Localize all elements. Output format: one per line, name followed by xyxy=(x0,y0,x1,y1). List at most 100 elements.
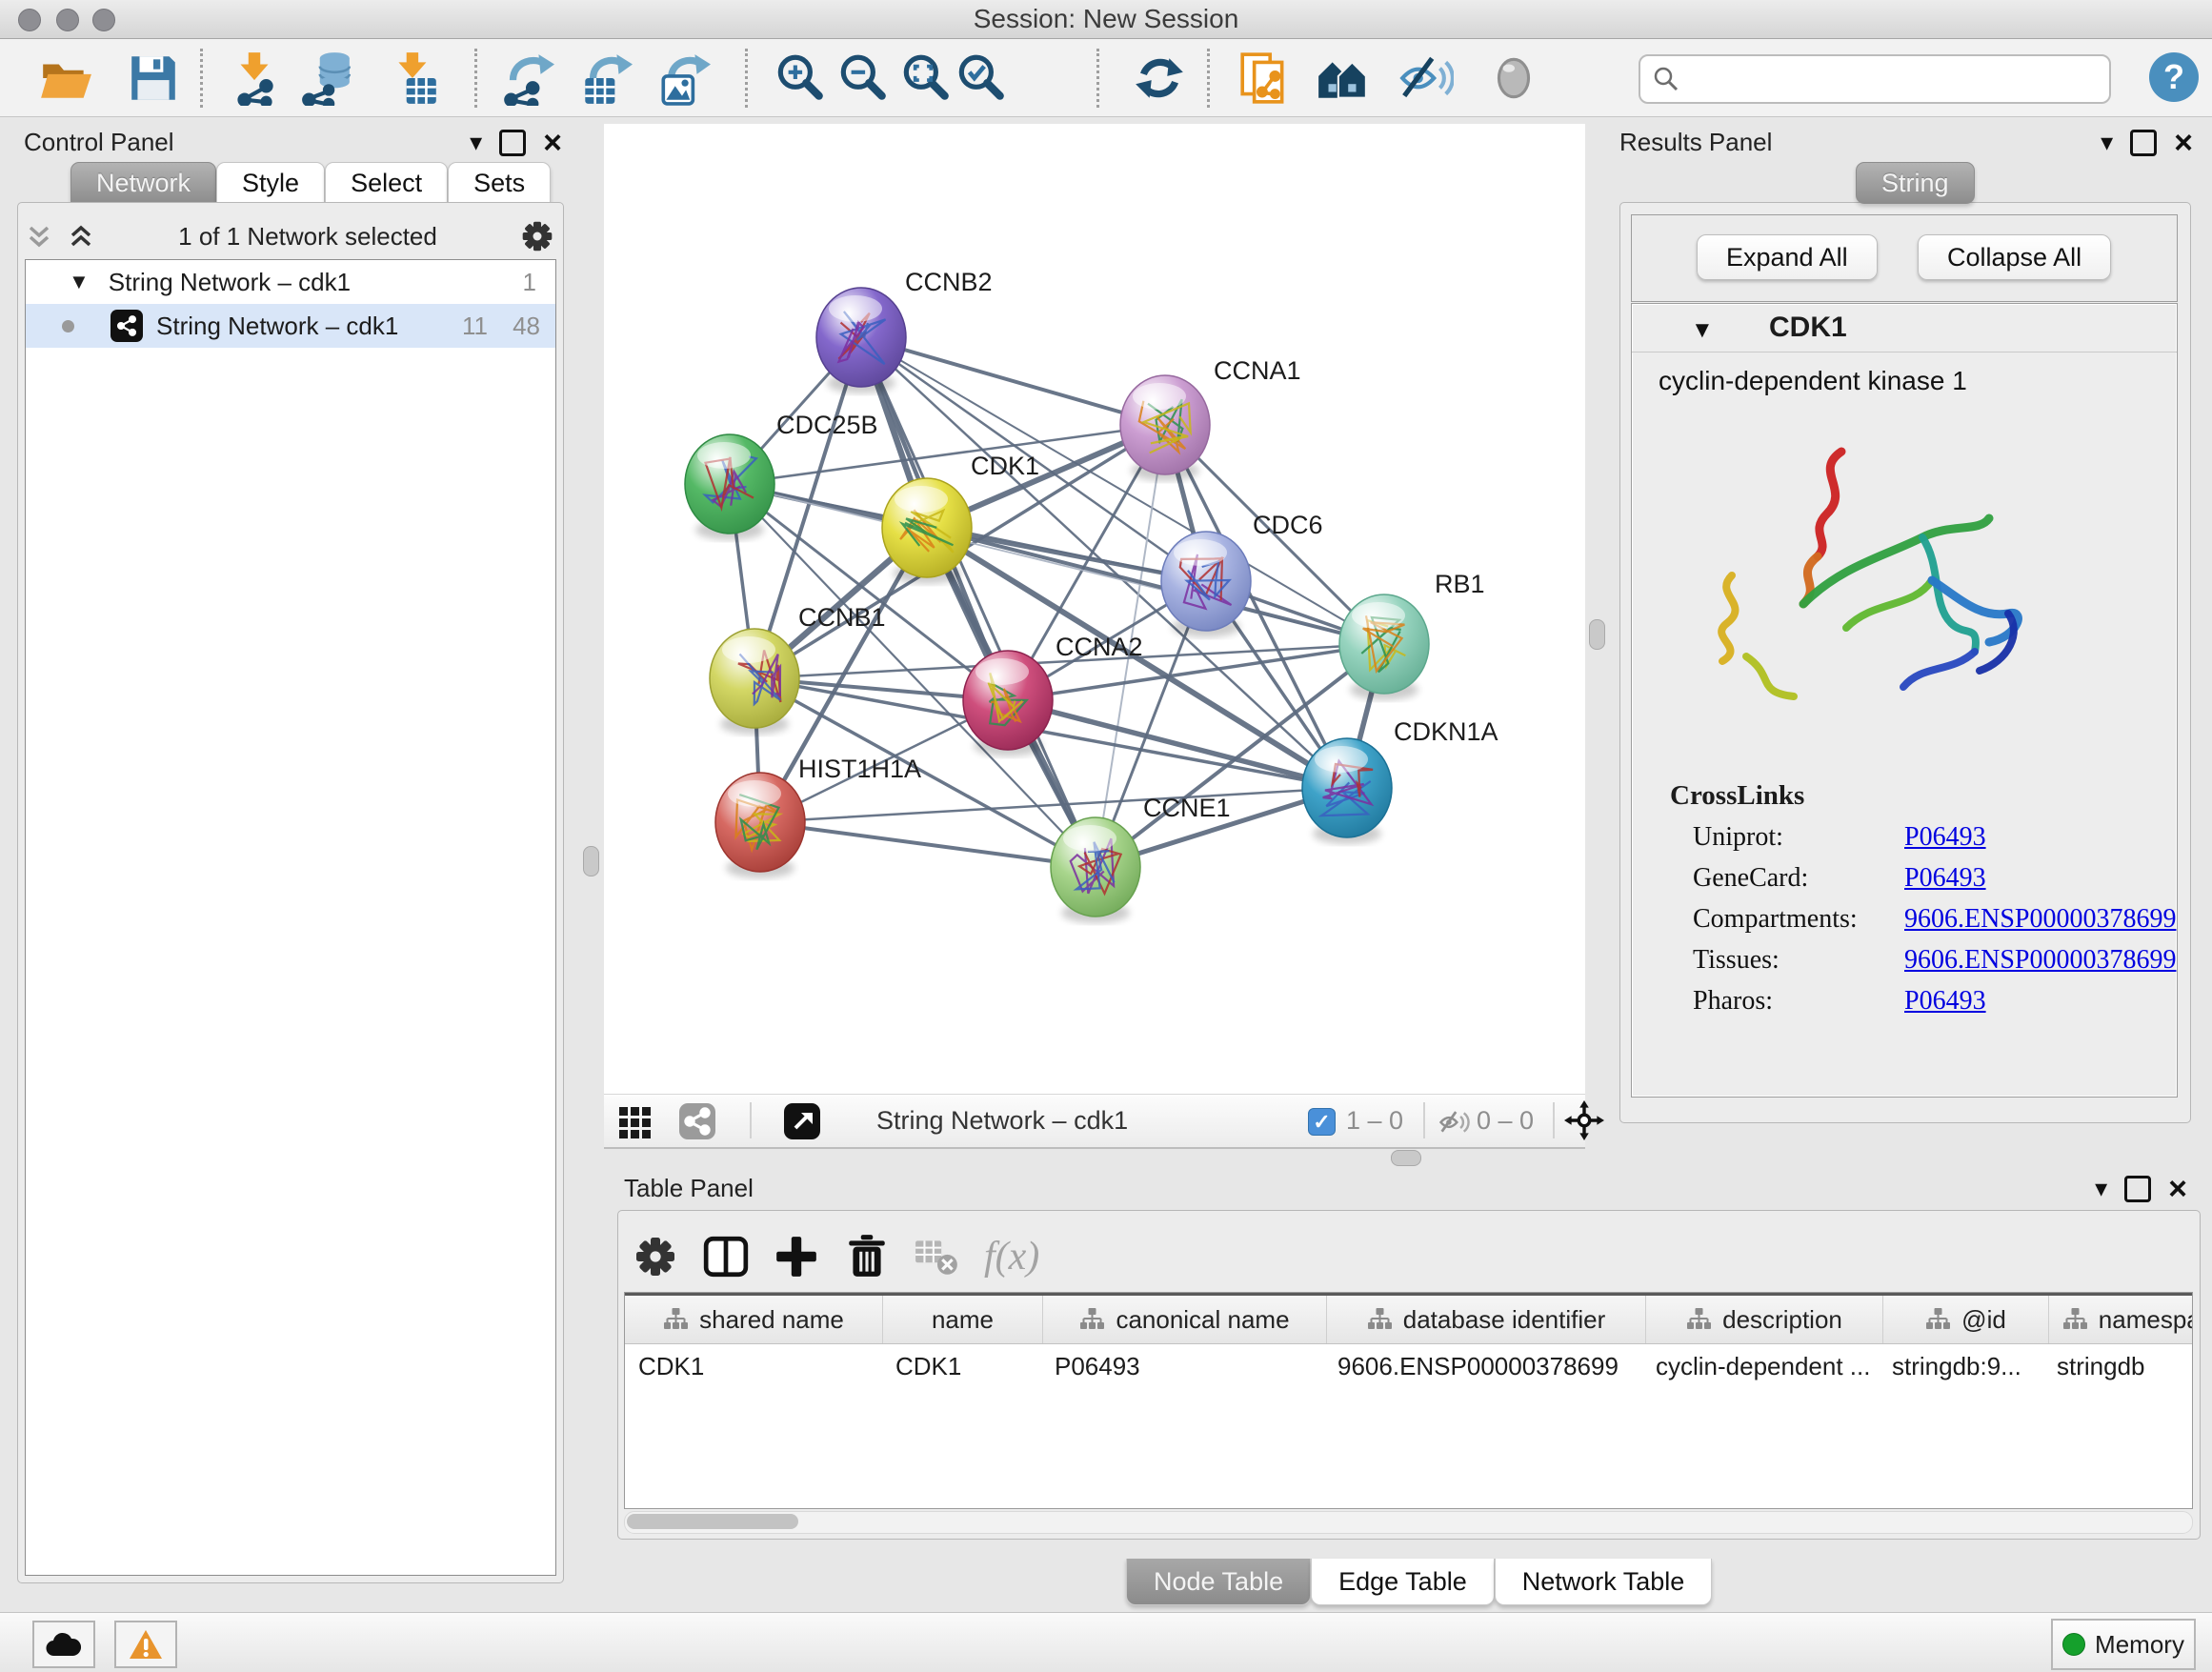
zoom-fit-button[interactable] xyxy=(897,50,953,106)
hidden-elements-icon[interactable] xyxy=(1438,1106,1471,1143)
collapse-all-icon[interactable] xyxy=(25,222,53,251)
crosslink-link[interactable]: P06493 xyxy=(1904,986,1986,1017)
warnings-button[interactable] xyxy=(114,1621,177,1668)
node-CCNE1[interactable]: CCNE1 xyxy=(1051,794,1231,923)
node-CCNB1[interactable]: CCNB1 xyxy=(710,603,886,735)
tab-node-table[interactable]: Node Table xyxy=(1126,1559,1311,1605)
expand-all-icon[interactable] xyxy=(67,222,95,251)
edge-CCNB2-CCNE1[interactable] xyxy=(861,337,1096,867)
network-collection-row[interactable]: ▼ String Network – cdk1 1 xyxy=(26,260,555,304)
cell-canonical-name[interactable]: P06493 xyxy=(1041,1352,1324,1381)
cell-namespace[interactable]: stringdb xyxy=(2043,1352,2193,1381)
save-session-button[interactable] xyxy=(126,50,181,106)
gear-icon[interactable] xyxy=(520,219,554,253)
float-panel-button[interactable] xyxy=(499,130,526,156)
edge-HIST1H1A-CCNE1[interactable] xyxy=(760,822,1096,867)
left-splitter-handle[interactable] xyxy=(583,846,599,876)
cloud-status-button[interactable] xyxy=(32,1621,95,1668)
network-graph[interactable]: CCNB2CCNA1CDC25BCDK1CDC6RB1CCNB1CCNA2CDK… xyxy=(604,124,1585,1094)
node-CCNA1[interactable]: CCNA1 xyxy=(1120,356,1301,481)
crosslink-link[interactable]: 9606.ENSP00000378699 xyxy=(1904,945,2176,976)
bottom-splitter-handle[interactable] xyxy=(1391,1150,1421,1166)
close-panel-button[interactable]: × xyxy=(543,132,562,153)
tab-sets[interactable]: Sets xyxy=(448,162,551,204)
float-panel-button[interactable] xyxy=(2130,130,2157,156)
node-HIST1H1A[interactable]: HIST1H1A xyxy=(715,755,921,878)
fit-content-button[interactable] xyxy=(1564,1100,1604,1145)
tab-network-table[interactable]: Network Table xyxy=(1495,1559,1713,1605)
create-column-icon[interactable] xyxy=(773,1233,820,1280)
collapse-all-button[interactable]: Collapse All xyxy=(1918,234,2111,280)
crosslink-link[interactable]: P06493 xyxy=(1904,863,1986,894)
crosslink-link[interactable]: 9606.ENSP00000378699 xyxy=(1904,904,2176,935)
node-CDC6[interactable]: CDC6 xyxy=(1161,511,1323,637)
table-settings-gear-icon[interactable] xyxy=(632,1233,679,1280)
close-panel-button[interactable]: × xyxy=(2168,1178,2187,1199)
collection-expand-caret[interactable]: ▼ xyxy=(69,270,90,294)
import-database-button[interactable] xyxy=(299,50,354,106)
network-share-badge[interactable] xyxy=(679,1103,715,1144)
home-neighbors-button[interactable] xyxy=(1315,50,1370,106)
column-header-database-identifier[interactable]: database identifier xyxy=(1327,1296,1646,1343)
column-header-@id[interactable]: @id xyxy=(1883,1296,2049,1343)
memory-button[interactable]: Memory xyxy=(2051,1619,2196,1670)
cell-description[interactable]: cyclin-dependent ... xyxy=(1642,1352,1879,1381)
node-label-CCNB2: CCNB2 xyxy=(905,268,993,296)
network-row-selected[interactable]: String Network – cdk1 11 48 xyxy=(26,304,555,348)
column-header-shared-name[interactable]: shared name xyxy=(625,1296,883,1343)
birdseye-view-button[interactable] xyxy=(619,1105,654,1144)
network-canvas[interactable]: CCNB2CCNA1CDC25BCDK1CDC6RB1CCNB1CCNA2CDK… xyxy=(604,124,1585,1094)
column-header-name[interactable]: name xyxy=(883,1296,1043,1343)
cell-database-identifier[interactable]: 9606.ENSP00000378699 xyxy=(1324,1352,1642,1381)
tab-select[interactable]: Select xyxy=(325,162,448,204)
delete-column-icon[interactable] xyxy=(843,1233,891,1280)
node-CDKN1A[interactable]: CDKN1A xyxy=(1302,717,1498,844)
horizontal-scrollbar[interactable] xyxy=(624,1511,2193,1534)
tab-edge-table[interactable]: Edge Table xyxy=(1311,1559,1495,1605)
hide-unhide-button[interactable] xyxy=(1398,50,1454,106)
panel-menu-caret[interactable]: ▾ xyxy=(2101,128,2113,157)
show-columns-icon[interactable] xyxy=(702,1233,750,1280)
scrollbar-thumb[interactable] xyxy=(627,1514,798,1529)
column-header-namespace[interactable]: namespace xyxy=(2049,1296,2193,1343)
export-image-button[interactable] xyxy=(655,50,711,106)
refresh-button[interactable] xyxy=(1132,50,1187,106)
import-network-button[interactable] xyxy=(227,50,282,106)
expand-all-button[interactable]: Expand All xyxy=(1697,234,1878,280)
open-session-button[interactable] xyxy=(38,50,93,106)
node-CDC25B[interactable]: CDC25B xyxy=(685,411,878,540)
entry-header[interactable]: ▼ CDK1 xyxy=(1632,304,2177,353)
hierarchy-icon xyxy=(663,1307,688,1332)
search-input[interactable] xyxy=(1688,64,2109,95)
zoom-out-button[interactable] xyxy=(835,50,890,106)
cell-shared-name[interactable]: CDK1 xyxy=(625,1352,882,1381)
tab-string[interactable]: String xyxy=(1856,162,1975,204)
zoom-in-button[interactable] xyxy=(772,50,827,106)
selected-nodes-checkbox[interactable]: ✓ xyxy=(1308,1108,1336,1136)
tab-style[interactable]: Style xyxy=(216,162,325,204)
open-in-window-button[interactable] xyxy=(784,1103,820,1144)
export-table-button[interactable] xyxy=(577,50,633,106)
column-header-canonical-name[interactable]: canonical name xyxy=(1043,1296,1327,1343)
show-graphics-button[interactable] xyxy=(1486,50,1541,106)
right-splitter-handle[interactable] xyxy=(1589,619,1605,650)
column-header-description[interactable]: description xyxy=(1646,1296,1883,1343)
export-network-button[interactable] xyxy=(499,50,554,106)
panel-menu-caret[interactable]: ▾ xyxy=(2095,1174,2107,1203)
network-from-document-button[interactable] xyxy=(1237,50,1292,106)
crosslink-row: Pharos:P06493 xyxy=(1632,976,2177,1017)
float-panel-button[interactable] xyxy=(2124,1176,2151,1202)
node-CCNB2[interactable]: CCNB2 xyxy=(816,268,993,393)
table-row[interactable]: CDK1CDK1P064939606.ENSP00000378699cyclin… xyxy=(625,1344,2192,1388)
cell-@id[interactable]: stringdb:9... xyxy=(1879,1352,2043,1381)
help-button[interactable]: ? xyxy=(2149,52,2199,102)
entry-collapse-caret[interactable]: ▼ xyxy=(1691,317,1714,344)
crosslink-link[interactable]: P06493 xyxy=(1904,822,1986,853)
panel-menu-caret[interactable]: ▾ xyxy=(470,128,482,157)
tab-network[interactable]: Network xyxy=(70,162,216,204)
cell-name[interactable]: CDK1 xyxy=(882,1352,1041,1381)
zoom-selected-button[interactable] xyxy=(953,50,1008,106)
close-panel-button[interactable]: × xyxy=(2174,132,2193,153)
node-RB1[interactable]: RB1 xyxy=(1339,570,1485,700)
import-table-button[interactable] xyxy=(387,50,442,106)
